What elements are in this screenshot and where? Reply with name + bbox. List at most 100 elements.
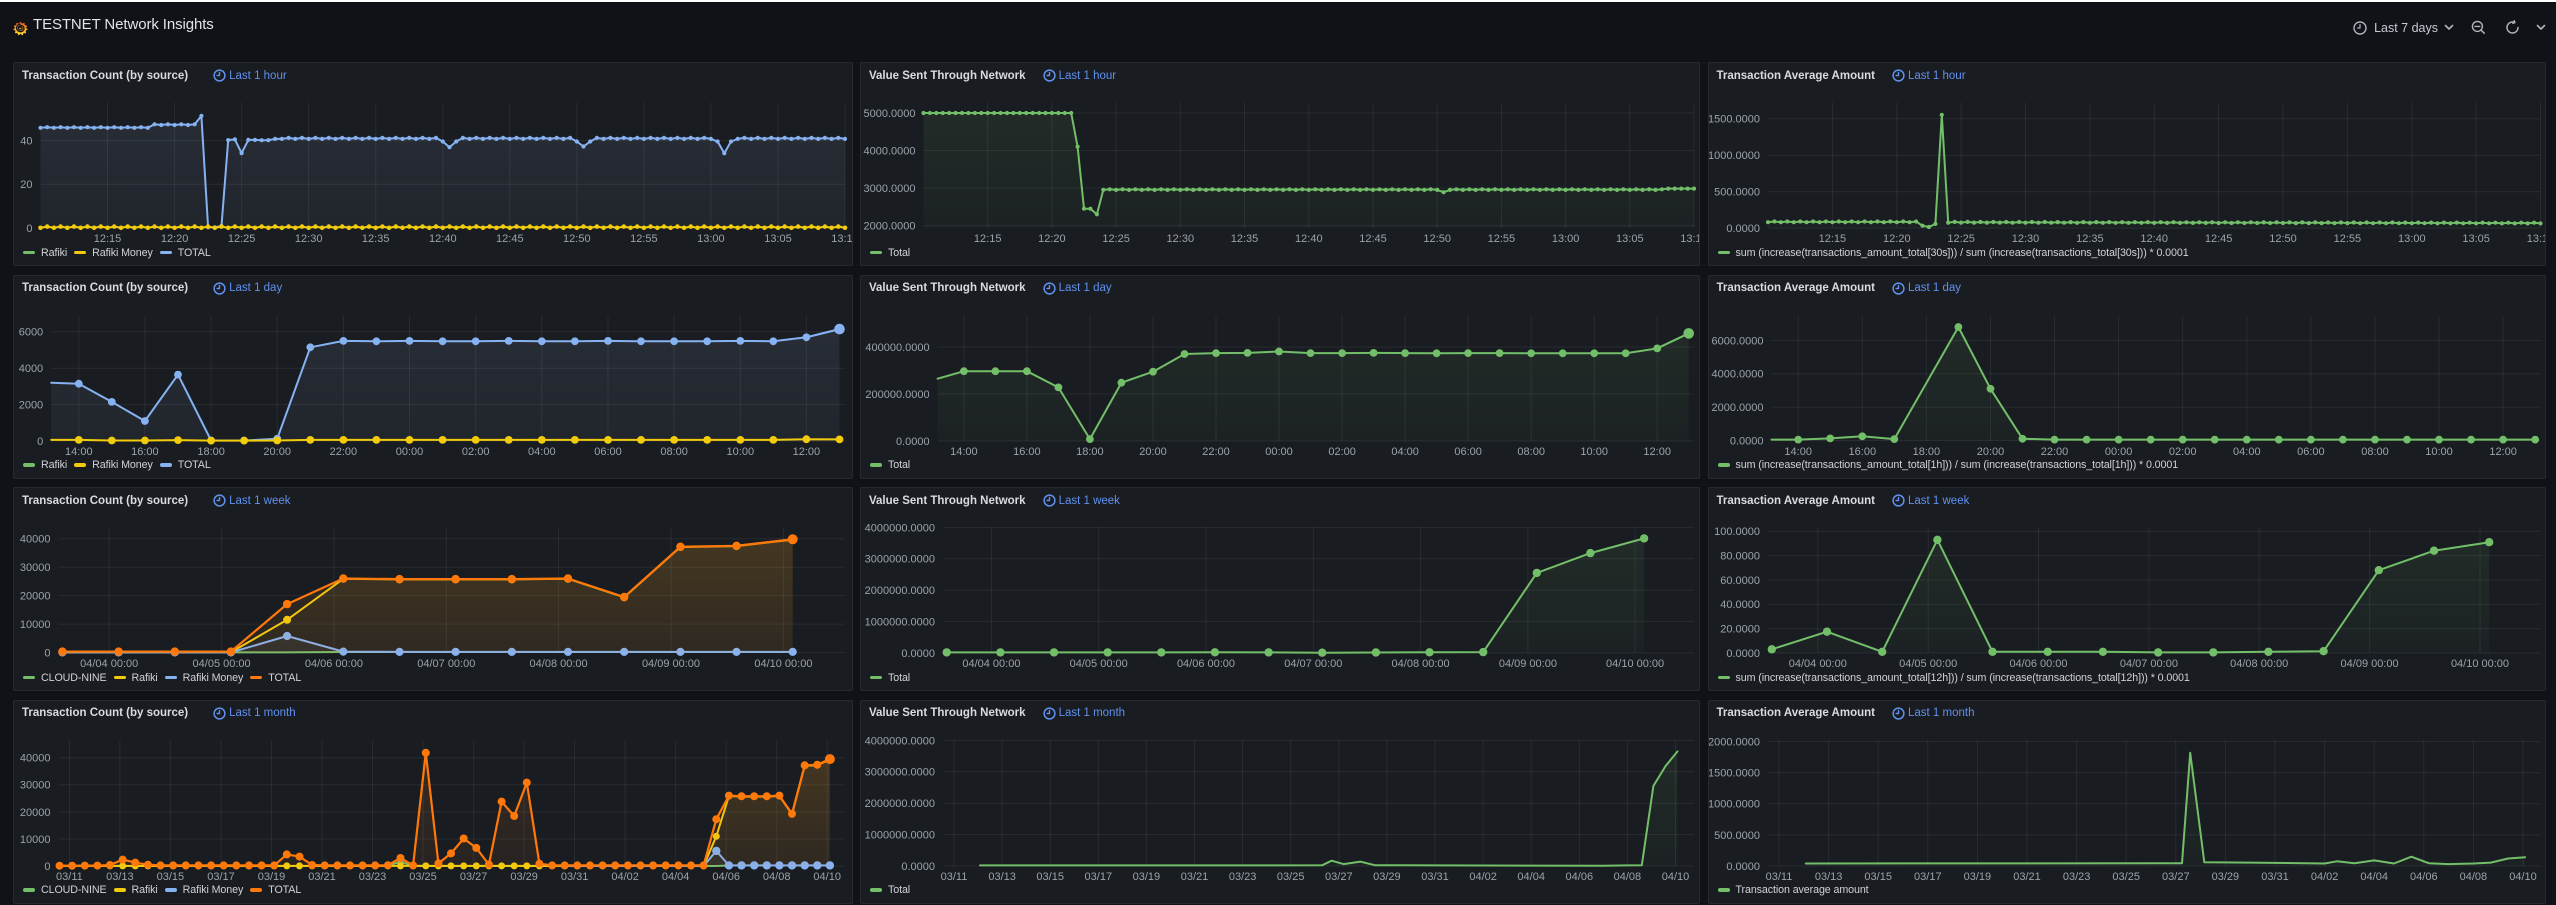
svg-text:12:00: 12:00 — [1643, 446, 1671, 458]
svg-text:04/06: 04/06 — [712, 871, 740, 883]
svg-text:12:35: 12:35 — [2076, 233, 2104, 245]
svg-text:04/10 00:00: 04/10 00:00 — [2450, 658, 2508, 670]
svg-text:04/08: 04/08 — [2459, 871, 2487, 883]
svg-text:03/13: 03/13 — [988, 871, 1016, 883]
svg-text:12:50: 12:50 — [563, 233, 591, 245]
svg-text:100.0000: 100.0000 — [1714, 526, 1760, 538]
svg-text:04/09 00:00: 04/09 00:00 — [642, 658, 700, 670]
svg-text:04/10 00:00: 04/10 00:00 — [754, 658, 812, 670]
svg-text:12:15: 12:15 — [1818, 233, 1846, 245]
svg-text:14:00: 14:00 — [1784, 446, 1812, 458]
svg-text:00:00: 00:00 — [396, 446, 424, 458]
svg-text:4000.0000: 4000.0000 — [1711, 368, 1763, 380]
svg-text:4000000.0000: 4000000.0000 — [865, 522, 935, 534]
svg-text:18:00: 18:00 — [197, 446, 225, 458]
svg-text:20:00: 20:00 — [1139, 446, 1167, 458]
svg-text:400000.0000: 400000.0000 — [865, 341, 929, 353]
svg-text:04:00: 04:00 — [2233, 446, 2261, 458]
svg-text:16:00: 16:00 — [131, 446, 159, 458]
svg-text:04/08: 04/08 — [763, 871, 791, 883]
svg-text:03/23: 03/23 — [1229, 871, 1257, 883]
svg-text:0.0000: 0.0000 — [1726, 648, 1760, 660]
svg-text:08:00: 08:00 — [1517, 446, 1545, 458]
svg-text:06:00: 06:00 — [1454, 446, 1482, 458]
svg-text:13:00: 13:00 — [2398, 233, 2426, 245]
svg-text:04/06 00:00: 04/06 00:00 — [1177, 658, 1235, 670]
svg-text:1000000.0000: 1000000.0000 — [865, 829, 935, 841]
svg-text:22:00: 22:00 — [1202, 446, 1230, 458]
svg-text:04/05 00:00: 04/05 00:00 — [193, 658, 251, 670]
svg-text:0: 0 — [44, 647, 50, 659]
svg-text:1000.0000: 1000.0000 — [1709, 798, 1760, 810]
svg-text:03/21: 03/21 — [308, 871, 336, 883]
svg-text:12:30: 12:30 — [2011, 233, 2039, 245]
svg-text:04/06 00:00: 04/06 00:00 — [2009, 658, 2067, 670]
svg-text:03/17: 03/17 — [207, 871, 235, 883]
svg-text:03/21: 03/21 — [2013, 871, 2041, 883]
svg-text:03/27: 03/27 — [460, 871, 488, 883]
svg-text:4000000.0000: 4000000.0000 — [865, 735, 935, 747]
svg-text:04/04: 04/04 — [2360, 871, 2388, 883]
svg-text:12:00: 12:00 — [793, 446, 821, 458]
svg-text:03/23: 03/23 — [359, 871, 387, 883]
svg-text:04/08 00:00: 04/08 00:00 — [2230, 658, 2288, 670]
svg-text:12:15: 12:15 — [974, 233, 1002, 245]
svg-text:03/31: 03/31 — [1421, 871, 1449, 883]
svg-text:10:00: 10:00 — [1580, 446, 1608, 458]
svg-text:04/04: 04/04 — [1517, 871, 1545, 883]
svg-text:0.0000: 0.0000 — [901, 648, 935, 660]
svg-text:03/29: 03/29 — [1373, 871, 1401, 883]
svg-text:12:20: 12:20 — [1038, 233, 1066, 245]
svg-text:0: 0 — [44, 861, 50, 873]
svg-text:14:00: 14:00 — [65, 446, 93, 458]
svg-text:13:10: 13:10 — [2526, 233, 2546, 245]
svg-text:12:40: 12:40 — [2140, 233, 2168, 245]
svg-text:04/07 00:00: 04/07 00:00 — [1284, 658, 1342, 670]
svg-text:04:00: 04:00 — [528, 446, 556, 458]
svg-text:0.0000: 0.0000 — [901, 860, 935, 872]
svg-text:04/06: 04/06 — [2410, 871, 2438, 883]
svg-text:0.0000: 0.0000 — [1726, 860, 1760, 872]
svg-text:12:30: 12:30 — [295, 233, 323, 245]
svg-text:04/07 00:00: 04/07 00:00 — [2119, 658, 2177, 670]
svg-text:03/11: 03/11 — [941, 871, 968, 883]
svg-text:12:35: 12:35 — [362, 233, 390, 245]
svg-text:12:55: 12:55 — [2333, 233, 2361, 245]
svg-text:12:50: 12:50 — [1423, 233, 1451, 245]
svg-text:22:00: 22:00 — [330, 446, 358, 458]
svg-text:03/31: 03/31 — [2261, 871, 2289, 883]
svg-text:4000.0000: 4000.0000 — [864, 145, 916, 157]
svg-text:03/19: 03/19 — [258, 871, 286, 883]
svg-text:03/15: 03/15 — [1036, 871, 1064, 883]
svg-text:03/19: 03/19 — [1133, 871, 1161, 883]
svg-text:14:00: 14:00 — [950, 446, 978, 458]
svg-text:12:45: 12:45 — [1359, 233, 1387, 245]
svg-text:12:25: 12:25 — [228, 233, 256, 245]
svg-text:03/31: 03/31 — [561, 871, 589, 883]
svg-text:2000: 2000 — [19, 399, 43, 411]
svg-text:18:00: 18:00 — [1076, 446, 1104, 458]
svg-text:04/05 00:00: 04/05 00:00 — [1070, 658, 1128, 670]
svg-text:20000: 20000 — [20, 591, 51, 603]
svg-text:12:45: 12:45 — [496, 233, 524, 245]
svg-text:12:55: 12:55 — [630, 233, 658, 245]
svg-text:12:20: 12:20 — [1883, 233, 1911, 245]
svg-text:04:00: 04:00 — [1391, 446, 1419, 458]
svg-text:04/10: 04/10 — [813, 871, 841, 883]
svg-text:04/08 00:00: 04/08 00:00 — [1392, 658, 1450, 670]
svg-text:02:00: 02:00 — [1328, 446, 1356, 458]
svg-text:12:35: 12:35 — [1231, 233, 1259, 245]
svg-text:06:00: 06:00 — [594, 446, 622, 458]
svg-text:04/06 00:00: 04/06 00:00 — [305, 658, 363, 670]
svg-text:04/04 00:00: 04/04 00:00 — [962, 658, 1020, 670]
svg-text:1500.0000: 1500.0000 — [1709, 767, 1760, 779]
svg-text:40000: 40000 — [20, 752, 51, 764]
svg-text:3000.0000: 3000.0000 — [864, 183, 916, 195]
svg-text:3000000.0000: 3000000.0000 — [865, 766, 935, 778]
svg-text:03/11: 03/11 — [1765, 871, 1792, 883]
svg-text:60.0000: 60.0000 — [1720, 575, 1760, 587]
svg-text:2000.0000: 2000.0000 — [1709, 736, 1760, 748]
svg-text:04/10: 04/10 — [2509, 871, 2537, 883]
svg-text:12:00: 12:00 — [2489, 446, 2517, 458]
svg-text:04/10: 04/10 — [1662, 871, 1690, 883]
